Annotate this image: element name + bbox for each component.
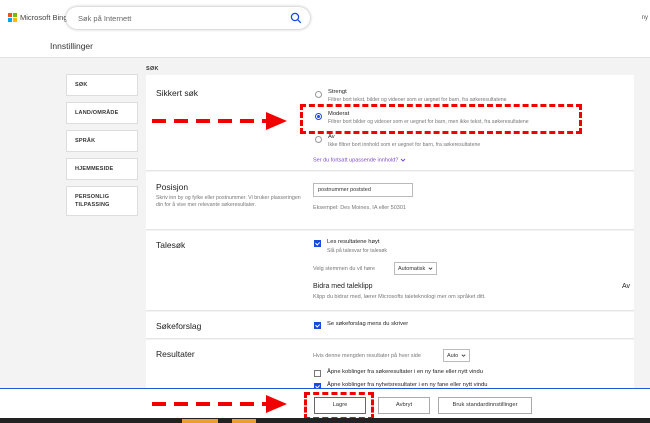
voice-select-label: Velg stemmen du vil høre [313, 266, 376, 272]
results-per-page-value: Auto [447, 353, 459, 359]
results-title: Resultater [156, 349, 195, 359]
open-links-label: Åpne koblinger fra søkeresultater i en n… [327, 369, 483, 375]
contribute-desc: Klipp du bidrar med, lærer Microsofts ta… [313, 294, 486, 300]
cancel-button[interactable]: Avbryt [378, 397, 430, 414]
results-per-page-label: Hvis denne mengden resultater på hver si… [313, 353, 421, 359]
position-title: Posisjon [156, 182, 189, 192]
voice-search-panel: Talesøk Les resultatene høyt Slå på tale… [146, 231, 634, 311]
link-text: Ser du fortsatt upassende innhold? [313, 157, 399, 164]
search-icon[interactable] [290, 12, 302, 24]
voice-select-value: Automatisk [398, 266, 426, 272]
nav-label-line2: TILPASSING [75, 202, 110, 208]
settings-nav: SØK LAND/OMRÅDE SPRÅK HJEMMESIDE PERSONL… [66, 74, 138, 222]
suggestions-title: Søkeforslag [156, 321, 202, 331]
option-off-label: Av [328, 134, 335, 140]
radio-off[interactable] [315, 136, 322, 143]
suggestions-panel: Søkeforslag Se søkeforslag mens du skriv… [146, 312, 634, 339]
read-aloud-label: Les resultatene høyt [327, 239, 380, 245]
voice-search-title: Talesøk [156, 240, 186, 250]
suggestions-checkbox[interactable] [314, 322, 321, 329]
radio-strict[interactable] [315, 91, 322, 98]
top-bar: Microsoft Bing ny [0, 0, 650, 36]
user-account[interactable]: ny [642, 15, 648, 21]
search-box[interactable] [66, 7, 310, 29]
chevron-down-icon [428, 267, 433, 270]
position-panel: Posisjon Skriv inn by og fylke eller pos… [146, 172, 634, 230]
position-desc: Skriv inn by og fylke eller postnummer. … [156, 195, 301, 208]
nav-item-label: SØK [75, 82, 88, 88]
nav-item-label: LAND/OMRÅDE [75, 110, 119, 116]
nav-item-homepage[interactable]: HJEMMESIDE [66, 158, 138, 180]
microsoft-logo-icon [8, 13, 17, 22]
safe-search-title: Sikkert søk [156, 88, 199, 98]
option-strict-label: Strengt [328, 89, 347, 95]
settings-header: Innstillinger [0, 36, 650, 58]
location-example: Eksempel: Des Moines, IA eller 50301 [313, 205, 406, 211]
read-aloud-checkbox[interactable] [314, 240, 321, 247]
save-button[interactable]: Lagre [314, 397, 366, 414]
nav-item-personalization[interactable]: PERSONLIG TILPASSING [66, 186, 138, 216]
contribute-title: Bidra med taleklipp [313, 283, 373, 290]
chevron-down-icon [400, 158, 406, 162]
nav-item-search[interactable]: SØK [66, 74, 138, 96]
inappropriate-content-link[interactable]: Ser du fortsatt upassende innhold? [313, 157, 406, 163]
nav-label-line1: PERSONLIG [75, 194, 110, 200]
results-per-page-select[interactable]: Auto [443, 349, 471, 362]
location-input[interactable] [313, 183, 413, 197]
option-off-desc: Ikke filtrer bort innhold som er uegnet … [328, 142, 481, 148]
contribute-toggle-state[interactable]: Av [622, 283, 630, 290]
brand-name: Microsoft Bing [20, 13, 68, 22]
section-label: SØK [146, 66, 159, 72]
nav-item-label: SPRÅK [75, 138, 96, 144]
annotation-box-moderate [300, 104, 582, 134]
nav-item-language[interactable]: SPRÅK [66, 130, 138, 152]
annotation-arrow-moderate [152, 112, 287, 130]
voice-select[interactable]: Automatisk [394, 262, 438, 275]
read-aloud-desc: Slå på talesvar for talesøk [327, 248, 387, 254]
restore-defaults-button[interactable]: Bruk standardinnstillinger [438, 397, 532, 414]
option-strict-desc: Filtrer bort tekst, bilder og videoer so… [328, 97, 507, 103]
suggestions-label: Se søkeforslag mens du skriver [327, 321, 409, 327]
nav-item-label: HJEMMESIDE [75, 166, 114, 172]
open-links-checkbox[interactable] [314, 370, 321, 377]
page-title: Innstillinger [50, 41, 93, 51]
taskbar-strip [0, 418, 650, 423]
nav-item-country-region[interactable]: LAND/OMRÅDE [66, 102, 138, 124]
bing-logo[interactable]: Microsoft Bing [8, 13, 68, 22]
search-input[interactable] [78, 7, 278, 29]
annotation-arrow-save [152, 395, 287, 413]
nav-item-label: PERSONLIG TILPASSING [75, 193, 110, 209]
chevron-down-icon [461, 354, 466, 357]
results-panel: Resultater Hvis denne mengden resultater… [146, 340, 634, 390]
